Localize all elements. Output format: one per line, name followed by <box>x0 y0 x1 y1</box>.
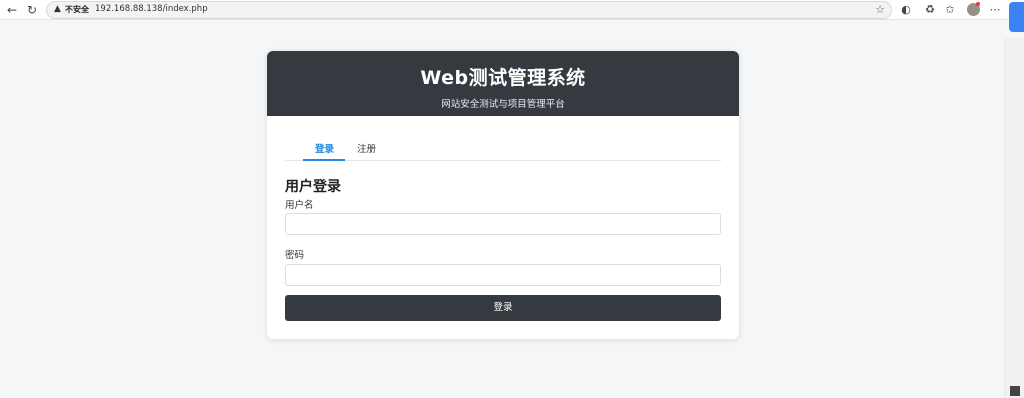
card-header: Web测试管理系统 网站安全测试与项目管理平台 <box>267 51 739 116</box>
notification-dot <box>976 2 980 6</box>
username-label: 用户名 <box>285 200 314 211</box>
username-field[interactable] <box>285 213 721 235</box>
refresh-icon[interactable]: ↻ <box>24 2 40 18</box>
tab-register[interactable]: 注册 <box>357 141 376 155</box>
browser-toolbar: ← ↻ ▲ 不安全 192.168.88.138/index.php ☆ ◐ ♻… <box>0 0 1024 20</box>
more-menu-icon[interactable]: ⋯ <box>987 2 1003 18</box>
password-label: 密码 <box>285 250 305 261</box>
login-button[interactable]: 登录 <box>285 295 721 321</box>
sidebar-strip <box>1004 38 1024 398</box>
back-arrow-icon[interactable]: ← <box>4 2 20 18</box>
form-title: 用户登录 <box>285 179 341 195</box>
address-bar[interactable]: ▲ 不安全 192.168.88.138/index.php ☆ <box>46 1 892 19</box>
extension-icon[interactable]: ◐ <box>898 2 914 18</box>
copilot-side-tab[interactable] <box>1009 2 1024 32</box>
tab-login[interactable]: 登录 <box>315 141 334 155</box>
active-tab-indicator <box>303 159 345 161</box>
url-text[interactable]: 192.168.88.138/index.php <box>95 4 208 14</box>
page-subtitle: 网站安全测试与项目管理平台 <box>441 99 565 110</box>
page-title: Web测试管理系统 <box>420 67 586 89</box>
password-field[interactable] <box>285 264 721 286</box>
windows-icon[interactable] <box>1010 386 1020 396</box>
performance-icon[interactable]: ♻ <box>922 2 938 18</box>
warning-icon: ▲ <box>54 4 61 14</box>
security-label[interactable]: 不安全 <box>65 4 89 15</box>
favorites-icon[interactable]: ✩ <box>942 2 958 18</box>
auth-tabs: 登录 注册 <box>285 116 721 161</box>
star-icon[interactable]: ☆ <box>875 3 885 16</box>
